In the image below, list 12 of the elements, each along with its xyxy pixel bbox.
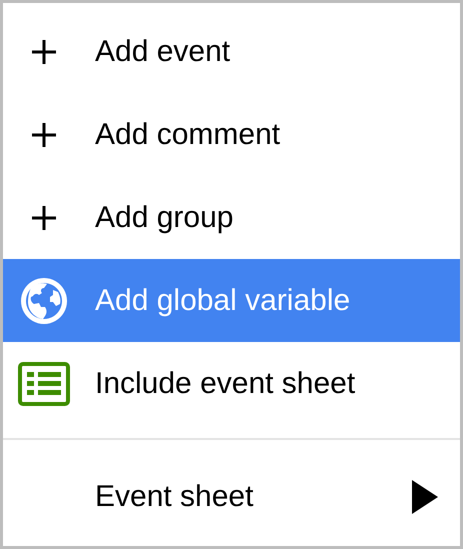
submenu-item[interactable]: Event sheet (3, 455, 460, 538)
menu-item[interactable]: Include event sheet (3, 342, 460, 425)
menu-item[interactable]: Add event (3, 10, 460, 93)
menu-item[interactable]: Add global variable (3, 259, 460, 342)
plus-icon (31, 38, 57, 64)
menu-item[interactable]: Add comment (3, 93, 460, 176)
globe-icon (21, 278, 67, 324)
plus-icon (31, 122, 57, 148)
plus-icon (31, 204, 57, 230)
submenu-arrow-icon (412, 480, 438, 514)
spreadsheet-icon (18, 362, 70, 406)
menu-item[interactable]: Add group (3, 176, 460, 259)
